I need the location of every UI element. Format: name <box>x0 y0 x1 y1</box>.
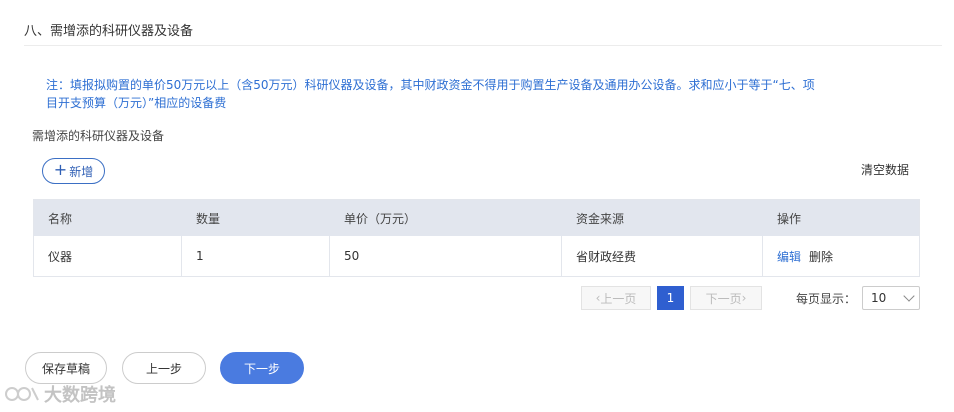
column-header-unit-price: 单价（万元） <box>344 211 417 226</box>
watermark: 大数跨境 <box>4 381 116 407</box>
column-header-actions: 操作 <box>777 211 802 226</box>
column-header-name: 名称 <box>48 211 73 226</box>
table-header: 名称 数量 单价（万元） 资金来源 操作 <box>34 200 919 236</box>
cell-quantity: 1 <box>182 236 330 276</box>
cell-unit-price: 50 <box>330 236 562 276</box>
delete-link[interactable]: 删除 <box>809 248 833 265</box>
section-divider <box>24 45 942 46</box>
clear-data-link[interactable]: 清空数据 <box>861 161 909 178</box>
table-row: 仪器 1 50 省财政经费 编辑 删除 <box>34 236 919 276</box>
cell-name: 仪器 <box>34 236 182 276</box>
prev-page-label: 上一页 <box>600 291 637 306</box>
chevron-down-icon <box>903 290 915 302</box>
per-page-label: 每页显示： <box>796 292 857 306</box>
per-page-select[interactable]: 10 <box>862 286 920 310</box>
watermark-text: 大数跨境 <box>44 385 116 406</box>
next-page-label: 下一页 <box>705 291 742 306</box>
plus-icon: + <box>53 160 68 179</box>
cell-actions: 编辑 删除 <box>763 236 919 276</box>
column-header-fund-source: 资金来源 <box>576 211 625 226</box>
note-text: 注：填报拟购置的单价50万元以上（含50万元）科研仪器及设备，其中财政资金不得用… <box>46 78 815 110</box>
section-title: 八、需增添的科研仪器及设备 <box>24 24 194 39</box>
chevron-right-icon: › <box>741 291 747 305</box>
next-page-button[interactable]: 下一页 › <box>690 286 762 310</box>
next-step-button[interactable]: 下一步 <box>220 352 304 384</box>
cell-fund-source: 省财政经费 <box>562 236 763 276</box>
subsection-title: 需增添的科研仪器及设备 <box>32 129 165 143</box>
save-draft-button[interactable]: 保存草稿 <box>25 352 107 384</box>
edit-link[interactable]: 编辑 <box>777 248 801 265</box>
page-number-current[interactable]: 1 <box>657 286 684 310</box>
watermark-logo-icon <box>5 387 39 401</box>
prev-page-button[interactable]: ‹ 上一页 <box>581 286 651 310</box>
equipment-table: 名称 数量 单价（万元） 资金来源 操作 仪器 1 50 省财政经费 编辑 删除 <box>33 199 920 277</box>
pagination: ‹ 上一页 1 下一页 › <box>581 286 762 310</box>
add-button[interactable]: + 新增 <box>42 158 105 184</box>
column-header-quantity: 数量 <box>196 211 221 226</box>
prev-step-button[interactable]: 上一步 <box>122 352 206 384</box>
per-page-value: 10 <box>871 291 887 305</box>
add-button-label: 新增 <box>69 164 94 179</box>
